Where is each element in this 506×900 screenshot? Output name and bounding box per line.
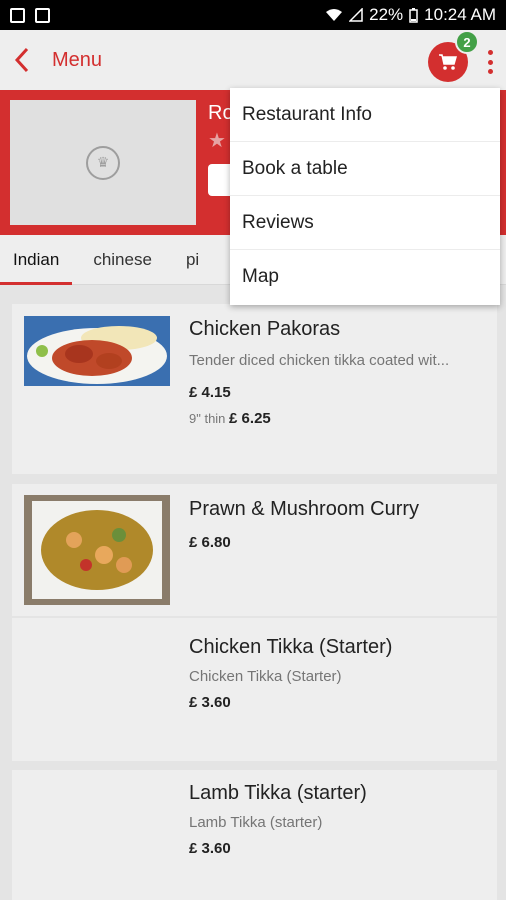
app-bar: Menu 2 xyxy=(0,30,506,90)
item-price: £ 4.15 xyxy=(189,384,231,401)
more-dot-icon xyxy=(487,50,493,55)
variant-price: £ 6.25 xyxy=(229,410,271,427)
food-image xyxy=(24,316,170,386)
menu-item-book-table[interactable]: Book a table xyxy=(230,142,500,196)
crown-icon: ♛ xyxy=(86,145,120,180)
item-title: Prawn & Mushroom Curry xyxy=(189,498,420,520)
item-title: Lamb Tikka (starter) xyxy=(189,782,367,804)
cart-icon xyxy=(439,54,457,70)
variant-label: 9" thin xyxy=(189,411,226,426)
back-button[interactable] xyxy=(0,30,44,90)
battery-percentage: 22% xyxy=(369,5,404,24)
back-arrow-icon xyxy=(14,47,29,73)
item-price: £ 6.80 xyxy=(189,534,231,551)
page-title: Menu xyxy=(52,48,103,71)
item-description: Lamb Tikka (starter) xyxy=(189,814,323,831)
image-notification-icon xyxy=(10,7,25,23)
menu-item-reviews[interactable]: Reviews xyxy=(230,196,500,250)
item-title: Chicken Tikka (Starter) xyxy=(189,636,393,658)
list-item[interactable]: Prawn & Mushroom Curry £ 6.80 xyxy=(12,484,497,616)
tab-chinese[interactable]: chinese xyxy=(80,235,165,285)
item-variant-price: 9" thin £ 6.25 xyxy=(189,410,271,427)
food-image xyxy=(24,495,170,605)
wifi-icon xyxy=(326,9,343,21)
rating-star-icon: ★ xyxy=(208,130,226,152)
overflow-menu-button[interactable] xyxy=(482,48,498,76)
tab-pizza[interactable]: pi xyxy=(173,235,212,285)
cart-count-badge: 2 xyxy=(455,30,479,54)
more-dot-icon xyxy=(487,59,493,65)
item-description: Tender diced chicken tikka coated wit... xyxy=(189,352,450,369)
signal-icon xyxy=(349,8,363,22)
battery-icon xyxy=(409,7,418,23)
list-item[interactable]: Lamb Tikka (starter) Lamb Tikka (starter… xyxy=(12,770,497,900)
menu-item-restaurant-info[interactable]: Restaurant Info xyxy=(230,88,500,142)
more-dot-icon xyxy=(487,69,493,74)
item-price: £ 3.60 xyxy=(189,840,231,857)
item-price: £ 3.60 xyxy=(189,694,231,711)
item-description: Chicken Tikka (Starter) xyxy=(189,668,342,685)
menu-item-map[interactable]: Map xyxy=(230,250,500,304)
item-title: Chicken Pakoras xyxy=(189,318,341,340)
overflow-menu: Restaurant Info Book a table Reviews Map xyxy=(230,88,500,305)
list-item[interactable]: Chicken Tikka (Starter) Chicken Tikka (S… xyxy=(12,618,497,761)
status-bar: 22% 10:24 AM xyxy=(0,0,506,30)
list-item[interactable]: Chicken Pakoras Tender diced chicken tik… xyxy=(12,304,497,474)
restaurant-logo: ♛ xyxy=(10,100,196,225)
tab-indian[interactable]: Indian xyxy=(0,235,73,285)
gallery-notification-icon xyxy=(35,7,50,23)
clock: 10:24 AM xyxy=(424,5,496,24)
